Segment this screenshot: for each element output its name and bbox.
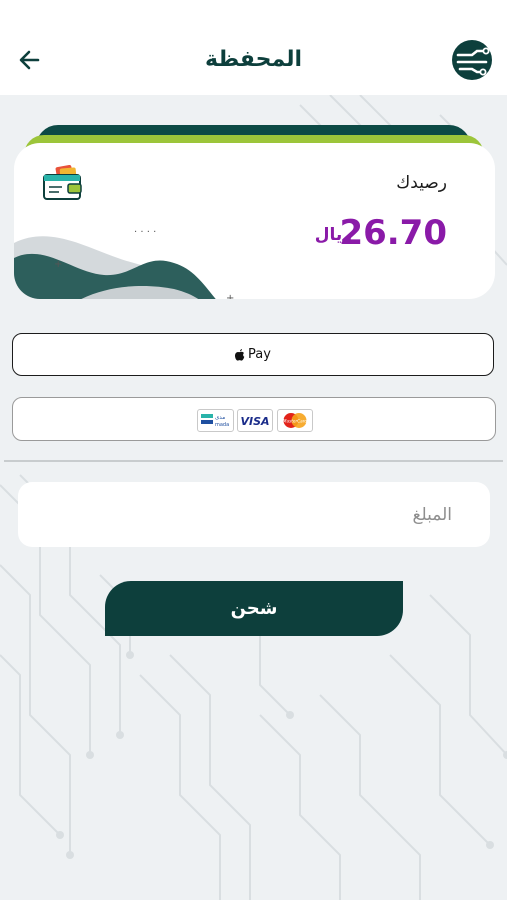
wifi-icon xyxy=(134,5,152,19)
balance-currency: ريال xyxy=(314,225,352,245)
wave-decoration: + · · · · + xyxy=(14,227,234,299)
apple-icon xyxy=(235,348,245,361)
balance-card-container: + · · · · + رصيدك 26.70 ريال xyxy=(14,125,495,300)
svg-text:+: + xyxy=(226,293,234,299)
svg-text:مدى: مدى xyxy=(215,415,225,421)
card-payment-button[interactable]: مدى mada VISA MasterCard xyxy=(12,397,496,441)
svg-text:+: + xyxy=(54,259,62,270)
circuit-logo-icon xyxy=(452,40,492,80)
apple-pay-label: Pay xyxy=(248,347,271,362)
section-divider xyxy=(4,460,503,462)
app-header: Network Provider 1:03 PM المحفظة xyxy=(0,0,507,95)
balance-card: + · · · · + رصيدك 26.70 ريال xyxy=(14,143,495,299)
balance-amount: 26.70 xyxy=(339,213,447,253)
visa-text: VISA xyxy=(240,415,269,428)
balance-label: رصيدك xyxy=(396,173,447,193)
visa-logo: VISA xyxy=(237,409,273,432)
wallet-icon xyxy=(43,165,82,200)
charge-button[interactable]: شحن xyxy=(105,581,403,636)
mada-text: mada xyxy=(215,422,229,428)
mastercard-text: MasterCard xyxy=(283,419,308,424)
mada-logo: مدى mada xyxy=(197,409,234,432)
battery-icon xyxy=(473,7,497,19)
status-bar: Network Provider 1:03 PM xyxy=(0,0,507,28)
amount-input[interactable] xyxy=(18,482,490,547)
svg-text:· · · ·: · · · · xyxy=(134,227,156,238)
status-time: 1:03 PM xyxy=(226,5,283,21)
apple-pay-button[interactable]: Pay xyxy=(12,333,494,376)
mastercard-logo: MasterCard xyxy=(277,409,313,432)
page-title: المحفظة xyxy=(204,47,302,72)
carrier-name: Network Provider xyxy=(10,5,131,21)
